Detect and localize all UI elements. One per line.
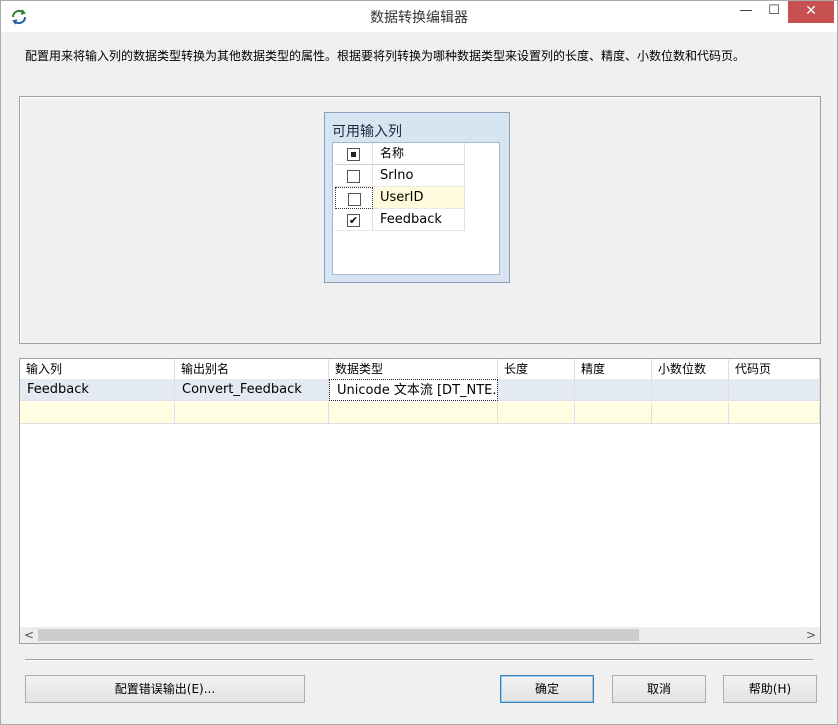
window-title: 数据转换编辑器 [370,10,468,26]
input-columns-panel: 可用输入列 名称 Srlno UserID ✔ Feedback [19,96,821,344]
column-item-label: UserID [373,187,465,209]
select-all-cell [335,143,373,165]
description-text: 配置用来将输入列的数据类型转换为其他数据类型的属性。根据要将列转换为哪种数据类型… [25,49,746,63]
scrollbar-thumb[interactable] [38,629,639,641]
grid-header-length[interactable]: 长度 [498,359,575,379]
srlno-checkbox[interactable] [347,170,360,183]
new-row-cell[interactable] [329,402,498,424]
grid-header-scale[interactable]: 小数位数 [652,359,729,379]
output-alias-cell[interactable]: Convert_Feedback [175,379,329,401]
available-columns-list: 名称 Srlno UserID ✔ Feedback [332,142,500,275]
configure-error-output-button[interactable]: 配置错误输出(E)... [25,675,305,703]
new-row-cell[interactable] [175,402,329,424]
minimize-button[interactable]: — [733,1,759,23]
select-all-checkbox[interactable] [347,148,360,161]
grid-header-output-alias[interactable]: 输出别名 [175,359,329,379]
conversion-grid: 输入列 输出别名 数据类型 长度 精度 小数位数 代码页 Feedback Co… [19,358,821,644]
column-item-label: Srlno [373,165,465,187]
new-row-cell[interactable] [20,402,175,424]
available-columns-box: 可用输入列 名称 Srlno UserID ✔ Feedback [324,112,510,283]
grid-header-code-page[interactable]: 代码页 [729,359,820,379]
dialog-window: 数据转换编辑器 — ☐ ✕ 配置用来将输入列的数据类型转换为其他数据类型的属性。… [0,0,838,725]
close-button[interactable]: ✕ [788,1,834,23]
maximize-button[interactable]: ☐ [761,1,787,23]
new-row[interactable] [20,402,820,424]
column-item-label: Feedback [373,209,465,231]
scroll-left-icon[interactable]: < [22,627,36,643]
grid-header-data-type[interactable]: 数据类型 [329,359,498,379]
new-row-cell[interactable] [575,402,652,424]
grid-header: 输入列 输出别名 数据类型 长度 精度 小数位数 代码页 [20,359,820,379]
available-columns-title: 可用输入列 [332,124,402,140]
checkbox-cell [335,165,373,187]
cancel-button[interactable]: 取消 [612,675,706,703]
divider [25,659,813,661]
grid-header-input-column[interactable]: 输入列 [20,359,175,379]
new-row-cell[interactable] [652,402,729,424]
precision-cell[interactable] [575,379,652,401]
code-page-cell[interactable] [729,379,820,401]
new-row-cell[interactable] [498,402,575,424]
horizontal-scrollbar[interactable]: < > [20,627,820,643]
table-row[interactable]: Feedback Convert_Feedback Unicode 文本流 [D… [20,379,820,401]
scale-cell[interactable] [652,379,729,401]
ok-button[interactable]: 确定 [500,675,594,703]
data-type-cell[interactable]: Unicode 文本流 [DT_NTE... [329,379,498,401]
grid-header-precision[interactable]: 精度 [575,359,652,379]
feedback-checkbox[interactable]: ✔ [347,214,360,227]
length-cell[interactable] [498,379,575,401]
scroll-right-icon[interactable]: > [804,627,818,643]
input-column-cell[interactable]: Feedback [20,379,175,401]
new-row-cell[interactable] [729,402,820,424]
userid-checkbox[interactable] [348,193,361,206]
checkbox-cell [335,187,373,209]
title-bar: 数据转换编辑器 — ☐ ✕ [1,1,837,32]
checkbox-cell: ✔ [335,209,373,231]
help-button[interactable]: 帮助(H) [723,675,817,703]
name-column-header: 名称 [373,143,465,165]
